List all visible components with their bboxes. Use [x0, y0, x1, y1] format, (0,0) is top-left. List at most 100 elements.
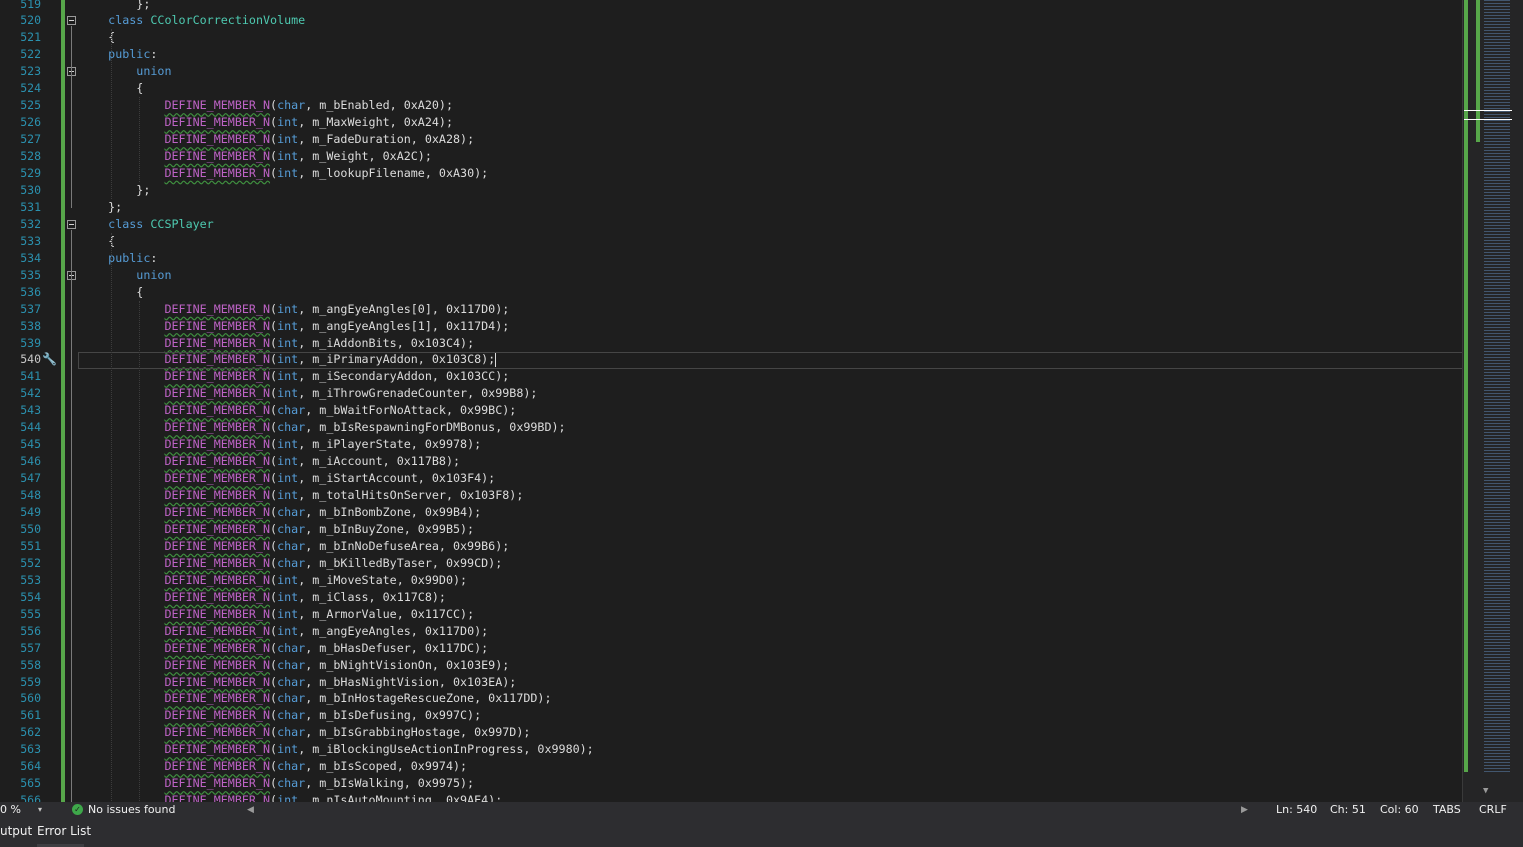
line-number: 565 [20, 776, 41, 791]
line-number: 546 [20, 454, 41, 469]
code-token: ( [270, 572, 278, 587]
line-number: 554 [20, 589, 41, 604]
line-number: 531 [20, 199, 41, 214]
scroll-left-arrow-icon[interactable]: ◀ [247, 802, 254, 818]
code-line[interactable]: 536 { [0, 284, 1462, 301]
scroll-right-arrow-icon[interactable]: ▶ [1241, 802, 1248, 818]
keyword-token: int [277, 471, 299, 486]
code-token: { [80, 30, 116, 45]
code-line[interactable]: 529 DEFINE_MEMBER_N(int, m_lookupFilenam… [0, 165, 1462, 182]
code-line[interactable]: 538 DEFINE_MEMBER_N(int, m_angEyeAngles[… [0, 318, 1462, 335]
code-line[interactable]: 548 DEFINE_MEMBER_N(int, m_totalHitsOnSe… [0, 487, 1462, 504]
code-line[interactable]: 562 DEFINE_MEMBER_N(char, m_bIsGrabbingH… [0, 724, 1462, 741]
code-line[interactable]: 555 DEFINE_MEMBER_N(int, m_ArmorValue, 0… [0, 606, 1462, 623]
code-line[interactable]: 542 DEFINE_MEMBER_N(int, m_iThrowGrenade… [0, 385, 1462, 402]
macro-token: DEFINE_MEMBER_N [164, 454, 271, 469]
macro-token: DEFINE_MEMBER_N [164, 335, 271, 350]
code-line[interactable]: 539 DEFINE_MEMBER_N(int, m_iAddonBits, 0… [0, 335, 1462, 352]
code-line[interactable]: 523 union [0, 63, 1462, 80]
screwdriver-wrench-icon[interactable]: 🔧 [42, 352, 57, 366]
code-line[interactable]: 526 DEFINE_MEMBER_N(int, m_MaxWeight, 0x… [0, 114, 1462, 131]
code-editor[interactable]: 519 }; 520 class CColorCorrectionVolume 52… [0, 0, 1462, 802]
code-line[interactable]: 552 DEFINE_MEMBER_N(char, m_bKilledByTas… [0, 555, 1462, 572]
code-line[interactable]: 535 union [0, 267, 1462, 284]
line-number: 529 [20, 166, 41, 180]
code-line[interactable]: 525 DEFINE_MEMBER_N(char, m_bEnabled, 0x… [0, 97, 1462, 114]
code-line[interactable]: 541 DEFINE_MEMBER_N(int, m_iSecondaryAdd… [0, 368, 1462, 385]
code-line[interactable]: 544 DEFINE_MEMBER_N(char, m_bIsRespawnin… [0, 419, 1462, 436]
code-line[interactable]: 521 { [0, 29, 1462, 46]
column-position[interactable]: Col: 60 [1380, 802, 1419, 818]
code-line[interactable]: 537 DEFINE_MEMBER_N(int, m_angEyeAngles[… [0, 301, 1462, 318]
keyword-token: int [277, 369, 299, 384]
code-line[interactable]: 531 }; [0, 199, 1462, 216]
code-line[interactable]: 560 DEFINE_MEMBER_N(char, m_bInHostageRe… [0, 690, 1462, 707]
code-line[interactable]: 565 DEFINE_MEMBER_N(char, m_bIsWalking, … [0, 775, 1462, 792]
code-token: , m_bEnabled, 0xA20); [305, 98, 453, 113]
keyword-token: char [277, 420, 306, 435]
tab-error-list[interactable]: Error List [37, 824, 91, 838]
char-position[interactable]: Ch: 51 [1330, 802, 1366, 818]
line-position[interactable]: Ln: 540 [1276, 802, 1317, 818]
code-line[interactable]: 553 DEFINE_MEMBER_N(int, m_iMoveState, 0… [0, 572, 1462, 589]
code-line[interactable]: 551 DEFINE_MEMBER_N(char, m_bInNoDefuseA… [0, 538, 1462, 555]
minimap-viewport-indicator[interactable] [1464, 110, 1512, 120]
code-line[interactable]: 527 DEFINE_MEMBER_N(int, m_FadeDuration,… [0, 131, 1462, 148]
collapse-box-icon[interactable] [67, 219, 76, 229]
code-line[interactable]: 524 { [0, 80, 1462, 97]
code-line[interactable]: 557 DEFINE_MEMBER_N(char, m_bHasDefuser,… [0, 640, 1462, 657]
code-line[interactable]: 547 DEFINE_MEMBER_N(int, m_iStartAccount… [0, 470, 1462, 487]
code-text: DEFINE_MEMBER_N(int, m_lookupFilename, 0… [80, 165, 488, 182]
code-line[interactable]: 519 }; [0, 0, 1462, 13]
code-token: , m_bInBuyZone, 0x99B5); [305, 521, 475, 536]
code-text: { [80, 29, 115, 46]
code-line[interactable]: 532 class CCSPlayer [0, 216, 1462, 233]
code-line[interactable]: 550 DEFINE_MEMBER_N(char, m_bInBuyZone, … [0, 521, 1462, 538]
code-line[interactable]: 522 public: [0, 46, 1462, 63]
scroll-down-arrow-icon[interactable]: ▼ [1483, 786, 1488, 796]
code-token: : [150, 250, 158, 265]
type-token: CColorCorrectionVolume [150, 13, 306, 28]
issues-status[interactable]: No issues found [88, 802, 175, 818]
code-line[interactable]: 528 DEFINE_MEMBER_N(int, m_Weight, 0xA2C… [0, 148, 1462, 165]
code-line[interactable]: 554 DEFINE_MEMBER_N(int, m_iClass, 0x117… [0, 589, 1462, 606]
keyword-token: union [136, 267, 172, 282]
code-line[interactable]: 546 DEFINE_MEMBER_N(int, m_iAccount, 0x1… [0, 453, 1462, 470]
code-token: ( [270, 98, 278, 113]
code-token: , m_nIsAutoMounting, 0x9AE4); [298, 793, 503, 802]
code-line[interactable]: 558 DEFINE_MEMBER_N(char, m_bNightVision… [0, 657, 1462, 674]
code-text: public: [80, 46, 157, 63]
code-line[interactable]: 563 DEFINE_MEMBER_N(int, m_iBlockingUseA… [0, 741, 1462, 758]
code-line[interactable]: 533 { [0, 233, 1462, 250]
code-line[interactable]: 566 DEFINE_MEMBER_N(int, m_nIsAutoMounti… [0, 792, 1462, 802]
code-line[interactable]: 534 public: [0, 250, 1462, 267]
line-number: 538 [20, 318, 41, 333]
code-line[interactable]: 530 }; [0, 182, 1462, 199]
indent-mode[interactable]: TABS [1433, 802, 1461, 818]
tab-output[interactable]: utput [0, 824, 32, 838]
collapse-box-icon[interactable] [67, 16, 76, 26]
chevron-down-icon[interactable]: ▾ [38, 802, 42, 818]
code-token: ( [270, 674, 278, 689]
code-line[interactable]: 520 class CColorCorrectionVolume [0, 12, 1462, 29]
zoom-level[interactable]: 0 % [0, 802, 21, 818]
line-number: 562 [20, 725, 41, 740]
line-number: 541 [20, 369, 41, 384]
code-line[interactable]: 556 DEFINE_MEMBER_N(int, m_angEyeAngles,… [0, 623, 1462, 640]
keyword-token: char [277, 98, 306, 113]
line-number: 521 [20, 30, 41, 45]
code-line[interactable]: 549 DEFINE_MEMBER_N(char, m_bInBombZone,… [0, 504, 1462, 521]
code-token: }; [80, 199, 123, 214]
code-line[interactable]: 564 DEFINE_MEMBER_N(char, m_bIsScoped, 0… [0, 758, 1462, 775]
scrollbar-change-marker-secondary [1476, 0, 1480, 142]
code-line[interactable]: 561 DEFINE_MEMBER_N(char, m_bIsDefusing,… [0, 707, 1462, 724]
fold-connector [71, 280, 72, 802]
code-line[interactable]: 543 DEFINE_MEMBER_N(char, m_bWaitForNoAt… [0, 402, 1462, 419]
code-line[interactable]: 545 DEFINE_MEMBER_N(int, m_iPlayerState,… [0, 436, 1462, 453]
code-line[interactable]: 559 DEFINE_MEMBER_N(char, m_bHasNightVis… [0, 674, 1462, 691]
line-ending[interactable]: CRLF [1479, 802, 1507, 818]
macro-token: DEFINE_MEMBER_N [164, 521, 271, 536]
macro-token: DEFINE_MEMBER_N [164, 301, 271, 316]
macro-token: DEFINE_MEMBER_N [164, 691, 271, 706]
